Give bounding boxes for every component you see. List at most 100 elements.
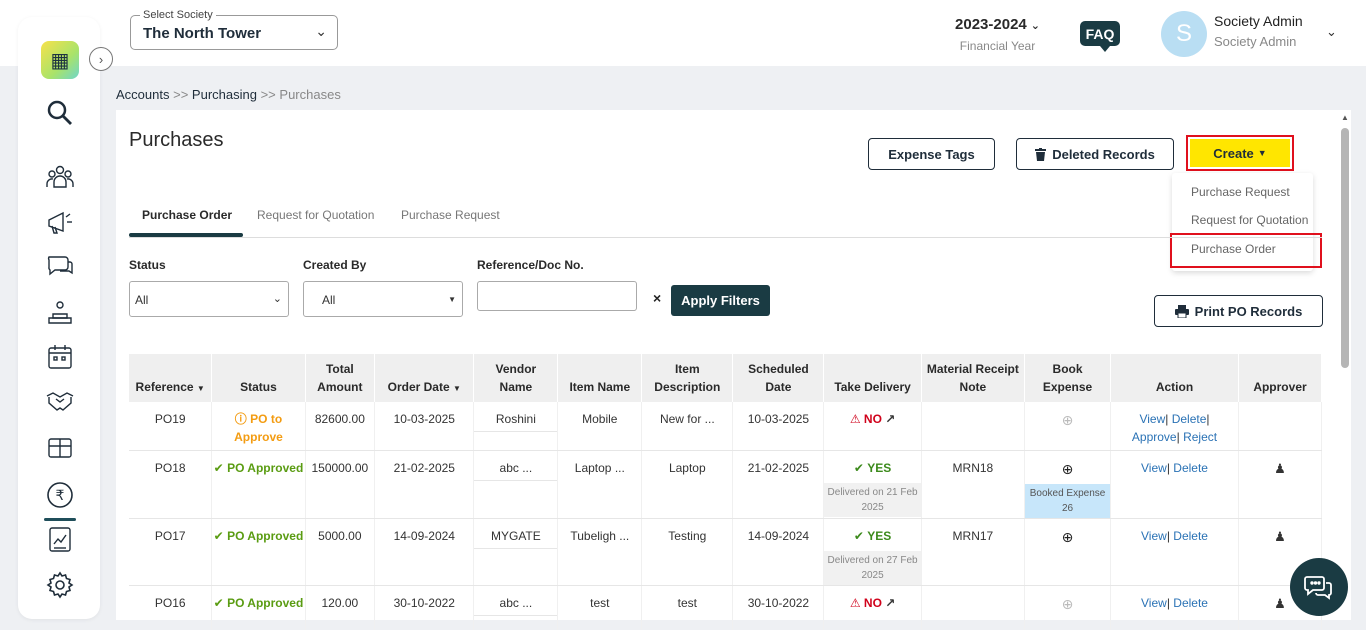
accounts-rupee-icon[interactable]: ₹ bbox=[40, 477, 80, 521]
tab-purchase-request[interactable]: Purchase Request bbox=[401, 208, 500, 222]
clear-filters-icon[interactable]: × bbox=[653, 290, 661, 306]
cell-scheduled-date: 30-10-2022 bbox=[732, 585, 825, 630]
cell-mrn bbox=[921, 402, 1026, 451]
add-circle-disabled-icon: ⊕ bbox=[1061, 595, 1074, 612]
col-reference[interactable]: Reference ▼ bbox=[129, 354, 213, 402]
table-row: PO16 ✔ PO Approved 120.00 30-10-2022 abc… bbox=[129, 585, 1323, 630]
tabs: Purchase Order Request for Quotation Pur… bbox=[129, 205, 1322, 238]
user-icon[interactable]: ♟ bbox=[1274, 529, 1286, 544]
cell-action: View| Delete bbox=[1110, 585, 1239, 630]
view-link[interactable]: View bbox=[1141, 596, 1167, 610]
cell-status: ✔ PO Approved bbox=[211, 585, 306, 630]
printer-icon bbox=[1174, 304, 1189, 318]
view-link[interactable]: View bbox=[1139, 412, 1165, 426]
avatar[interactable]: S bbox=[1161, 11, 1207, 57]
scroll-up-arrow-icon[interactable]: ▲ bbox=[1341, 113, 1349, 122]
user-role: Society Admin bbox=[1214, 34, 1297, 49]
table-row: PO18 ✔ PO Approved 150000.00 21-02-2025 … bbox=[129, 450, 1323, 519]
scrollbar-thumb[interactable] bbox=[1341, 128, 1349, 368]
external-link-icon[interactable]: ↗ bbox=[885, 596, 895, 610]
menu-item-purchase-request[interactable]: Purchase Request bbox=[1191, 185, 1290, 199]
faq-button[interactable]: FAQ bbox=[1080, 21, 1120, 52]
col-order-date[interactable]: Order Date ▼ bbox=[374, 354, 475, 402]
expense-tags-label: Expense Tags bbox=[888, 146, 975, 162]
vendor-text: abc ... bbox=[474, 459, 558, 481]
chat-bubbles-icon[interactable] bbox=[40, 249, 80, 285]
breadcrumb-accounts[interactable]: Accounts bbox=[116, 87, 169, 102]
created-by-filter-label: Created By bbox=[303, 258, 367, 272]
check-circle-icon: ✔ bbox=[853, 460, 864, 475]
handshake-icon[interactable] bbox=[40, 383, 80, 419]
view-link[interactable]: View bbox=[1141, 461, 1167, 475]
status-text: PO Approved bbox=[227, 460, 304, 475]
user-icon[interactable]: ♟ bbox=[1274, 596, 1286, 611]
settings-gear-icon[interactable] bbox=[40, 567, 80, 603]
vendor-text: abc ... bbox=[474, 594, 558, 616]
delete-link[interactable]: Delete bbox=[1173, 461, 1208, 475]
tab-purchase-order[interactable]: Purchase Order bbox=[142, 208, 232, 222]
cell-reference: PO18 bbox=[129, 450, 213, 519]
tab-request-for-quotation[interactable]: Request for Quotation bbox=[257, 208, 374, 222]
cell-order-date: 21-02-2025 bbox=[374, 450, 475, 519]
user-icon[interactable]: ♟ bbox=[1274, 461, 1286, 476]
cell-vendor: abc ... bbox=[473, 585, 559, 630]
cell-mrn[interactable]: MRN17 bbox=[921, 518, 1026, 586]
chevron-down-icon: ⌄ bbox=[315, 23, 327, 39]
society-select-value: The North Tower bbox=[143, 25, 262, 42]
add-circle-icon[interactable]: ⊕ bbox=[1062, 461, 1074, 477]
cell-order-date: 30-10-2022 bbox=[374, 585, 475, 630]
user-menu-chevron-icon[interactable]: ⌄ bbox=[1326, 24, 1337, 40]
create-button-highlight: Create ▼ bbox=[1186, 135, 1294, 171]
cell-item-name: Mobile bbox=[557, 402, 643, 451]
check-circle-icon: ✔ bbox=[213, 460, 224, 475]
cell-approver: ♟ bbox=[1238, 450, 1323, 519]
chevron-right-icon: › bbox=[98, 51, 104, 67]
society-select[interactable]: Select Society The North Tower ⌄ bbox=[130, 9, 338, 50]
cell-mrn[interactable]: MRN18 bbox=[921, 450, 1026, 519]
society-select-label: Select Society bbox=[140, 9, 216, 21]
status-text: PO Approved bbox=[227, 528, 304, 543]
cell-take-delivery: ⚠ NO ↗ bbox=[823, 402, 922, 451]
chat-support-button[interactable] bbox=[1290, 558, 1348, 616]
financial-year-selector[interactable]: 2023-2024 ⌄ Financial Year bbox=[945, 16, 1050, 53]
cell-scheduled-date: 21-02-2025 bbox=[732, 450, 825, 519]
status-filter-select[interactable]: All ⌄ bbox=[129, 281, 289, 317]
calendar-icon[interactable] bbox=[40, 339, 80, 375]
view-link[interactable]: View bbox=[1141, 529, 1167, 543]
cell-take-delivery: ✔ YES Delivered on 27 Feb 2025 bbox=[823, 518, 922, 586]
reject-link[interactable]: Reject bbox=[1183, 430, 1217, 444]
approve-link[interactable]: Approve bbox=[1132, 430, 1177, 444]
delete-link[interactable]: Delete bbox=[1172, 412, 1207, 426]
col-book-expense: Book Expense bbox=[1024, 354, 1112, 402]
add-circle-disabled-icon: ⊕ bbox=[1061, 412, 1074, 428]
cell-vendor: abc ... bbox=[473, 450, 559, 519]
storefront-icon[interactable] bbox=[40, 429, 80, 465]
breadcrumb-purchasing[interactable]: Purchasing bbox=[192, 87, 257, 102]
caret-down-icon: ▼ bbox=[448, 295, 456, 304]
deleted-records-button[interactable]: Deleted Records bbox=[1016, 138, 1174, 170]
expense-tags-button[interactable]: Expense Tags bbox=[868, 138, 995, 170]
chat-icon bbox=[1304, 576, 1332, 600]
create-button[interactable]: Create ▼ bbox=[1190, 139, 1290, 167]
service-desk-icon[interactable] bbox=[40, 295, 80, 331]
reports-chart-icon[interactable] bbox=[40, 521, 80, 557]
col-status: Status bbox=[211, 354, 306, 402]
created-by-filter-select[interactable]: All ▼ bbox=[303, 281, 463, 317]
delete-link[interactable]: Delete bbox=[1173, 596, 1208, 610]
col-scheduled-date: Scheduled Date bbox=[732, 354, 825, 402]
cell-book-expense: ⊕ Booked Expense 26 bbox=[1024, 450, 1112, 519]
external-link-icon[interactable]: ↗ bbox=[885, 412, 895, 426]
trash-icon bbox=[1035, 147, 1047, 161]
announcement-icon[interactable] bbox=[40, 205, 80, 241]
app-logo[interactable]: ▦ bbox=[41, 41, 79, 79]
community-icon[interactable] bbox=[40, 159, 80, 195]
apply-filters-button[interactable]: Apply Filters bbox=[671, 285, 770, 316]
reference-filter-input[interactable] bbox=[477, 281, 637, 311]
print-po-records-button[interactable]: Print PO Records bbox=[1154, 295, 1323, 327]
sidebar-collapse-button[interactable]: › bbox=[89, 47, 113, 71]
add-circle-icon[interactable]: ⊕ bbox=[1062, 529, 1074, 545]
search-icon[interactable] bbox=[40, 95, 80, 131]
delete-link[interactable]: Delete bbox=[1173, 529, 1208, 543]
cell-item-description: Testing bbox=[641, 518, 734, 586]
breadcrumb-separator: >> bbox=[173, 87, 189, 102]
